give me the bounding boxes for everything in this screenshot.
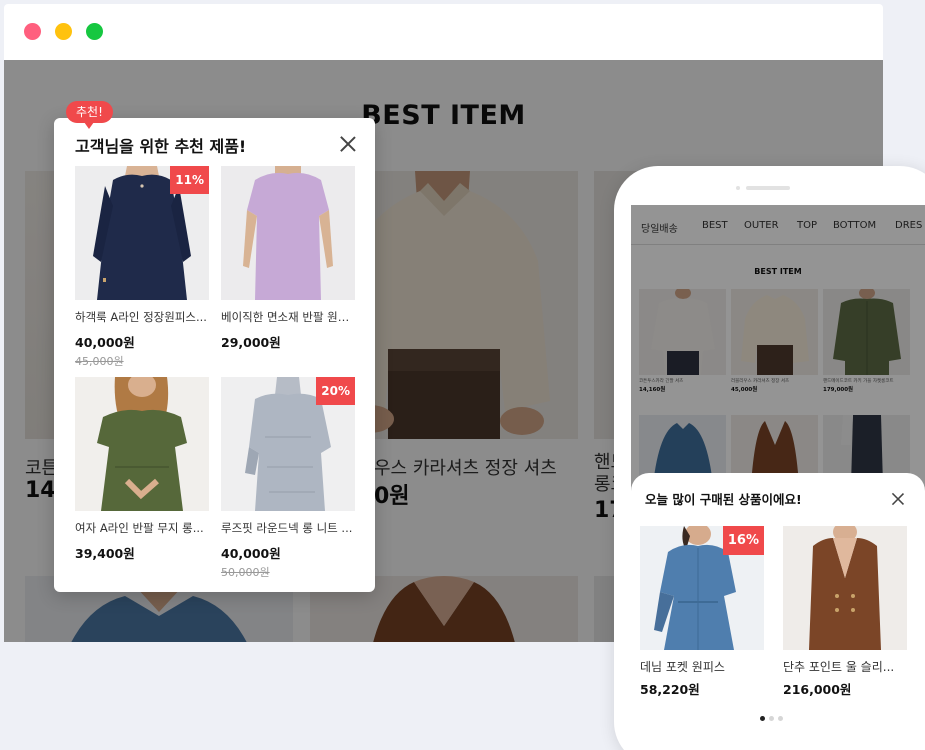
mobile-screen: 당일배송 BEST OUTER TOP BOTTOM DRES BEST ITE…: [631, 205, 925, 725]
product-image[interactable]: [75, 377, 209, 511]
carousel-pagination: [760, 706, 787, 725]
product-image[interactable]: [221, 166, 355, 300]
olive-dress-image: [75, 377, 209, 511]
close-icon[interactable]: [891, 492, 905, 506]
product-card[interactable]: 여자 A라인 반팔 무지 롱... 39,400원: [75, 377, 209, 564]
mobile-popular-name[interactable]: 단추 포인트 울 슬리...: [783, 658, 907, 675]
discount-badge: 11%: [170, 166, 209, 194]
product-name[interactable]: 루즈핏 라운드넥 롱 니트 ...: [221, 520, 355, 536]
brown-wool-dress-image: [783, 526, 907, 650]
recommendation-popup: 고객님을 위한 추천 제품! 11% 하객룩 A라인 정장원피스... 40,0…: [54, 118, 375, 592]
close-icon[interactable]: [339, 135, 357, 153]
pagination-dot-active[interactable]: [760, 716, 765, 721]
product-card[interactable]: 20% 루즈핏 라운드넥 롱 니트 ... 40,000원 50,000원: [221, 377, 355, 580]
lilac-dress-image: [221, 166, 355, 300]
product-name[interactable]: 베이직한 면소재 반팔 원피스: [221, 309, 355, 325]
popup-title: 고객님을 위한 추천 제품!: [75, 137, 247, 156]
product-image[interactable]: 20%: [221, 377, 355, 511]
mobile-popular-price: 58,220원: [640, 682, 700, 697]
product-price: 39,400원: [75, 546, 135, 561]
recommend-badge: 추천!: [66, 101, 113, 129]
mobile-popular-image[interactable]: [783, 526, 907, 650]
product-price: 40,000원: [221, 546, 281, 561]
phone-speaker: [736, 186, 790, 190]
product-original-price: 45,000원: [75, 355, 124, 368]
product-price: 29,000원: [221, 335, 281, 350]
discount-badge: 16%: [722, 526, 764, 555]
mobile-popular-sheet: 오늘 많이 구매된 상품이에요! 16% 데님 포켓 원피스 58,220원 단…: [631, 473, 925, 725]
product-name[interactable]: 하객룩 A라인 정장원피스...: [75, 309, 209, 325]
mobile-popular-card[interactable]: 16% 데님 포켓 원피스 58,220원: [640, 526, 764, 698]
mobile-popular-price: 216,000원: [783, 682, 852, 697]
mobile-popular-card[interactable]: 단추 포인트 울 슬리... 216,000원: [783, 526, 907, 698]
window-minimize-button[interactable]: [55, 23, 72, 40]
pagination-dot[interactable]: [769, 716, 774, 721]
window-close-button[interactable]: [24, 23, 41, 40]
product-image[interactable]: 11%: [75, 166, 209, 300]
mobile-popup-title: 오늘 많이 구매된 상품이에요!: [645, 492, 802, 507]
product-original-price: 50,000원: [221, 566, 270, 579]
discount-badge: 20%: [316, 377, 355, 405]
mobile-popular-name[interactable]: 데님 포켓 원피스: [640, 658, 764, 675]
window-maximize-button[interactable]: [86, 23, 103, 40]
mobile-device: 당일배송 BEST OUTER TOP BOTTOM DRES BEST ITE…: [614, 166, 925, 750]
pagination-dot[interactable]: [778, 716, 783, 721]
product-price: 40,000원: [75, 335, 135, 350]
product-name[interactable]: 여자 A라인 반팔 무지 롱...: [75, 520, 209, 536]
product-card[interactable]: 11% 하객룩 A라인 정장원피스... 40,000원 45,000원: [75, 166, 209, 369]
mobile-popular-image[interactable]: 16%: [640, 526, 764, 650]
product-card[interactable]: 베이직한 면소재 반팔 원피스 29,000원: [221, 166, 355, 353]
browser-title-bar: [4, 4, 883, 60]
